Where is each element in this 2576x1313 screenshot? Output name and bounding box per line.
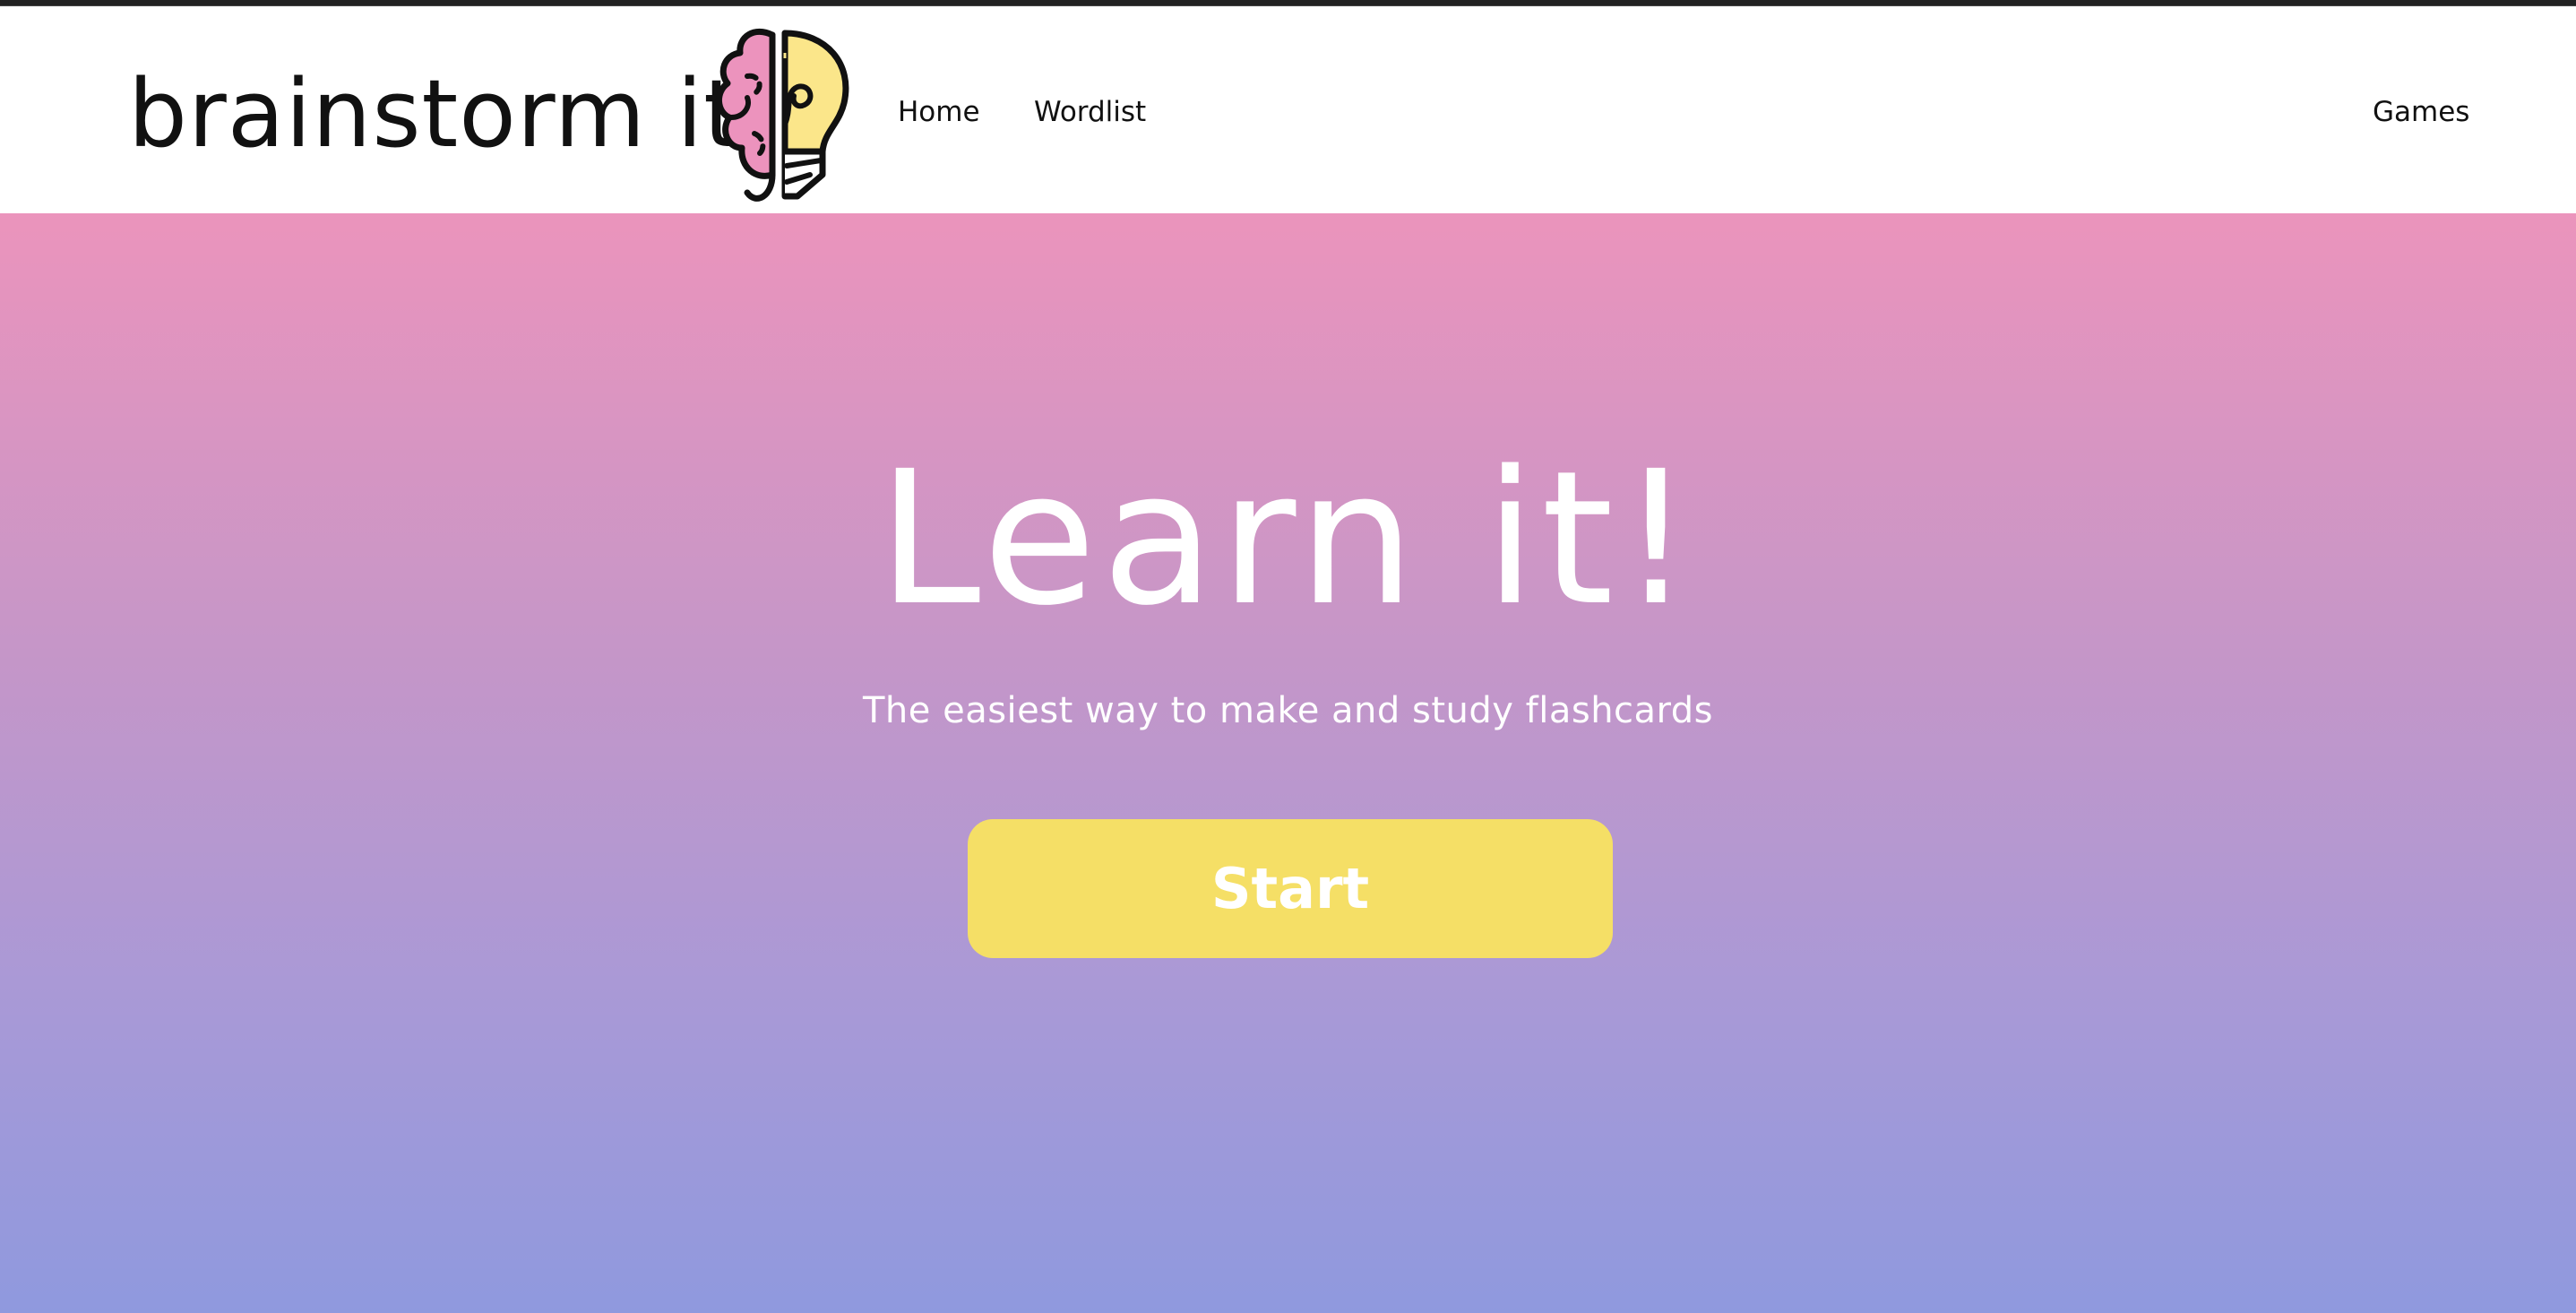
brand-name: brainstorm it! — [128, 59, 780, 168]
navbar: brainstorm it! Home Wordlist Games — [0, 6, 2576, 213]
nav-wordlist-link[interactable]: Wordlist — [1034, 96, 1146, 128]
hero-subtitle: The easiest way to make and study flashc… — [862, 690, 1714, 731]
brain-lightbulb-icon — [716, 28, 849, 202]
hero-section: Learn it! The easiest way to make and st… — [0, 213, 2576, 1313]
nav-home-link[interactable]: Home — [898, 96, 980, 128]
browser-top-strip — [0, 0, 2576, 6]
brand-link[interactable]: brainstorm it! — [128, 51, 780, 177]
hero-title: Learn it! — [877, 431, 1699, 646]
nav-games-link[interactable]: Games — [2373, 96, 2469, 128]
start-button[interactable]: Start — [968, 819, 1613, 958]
